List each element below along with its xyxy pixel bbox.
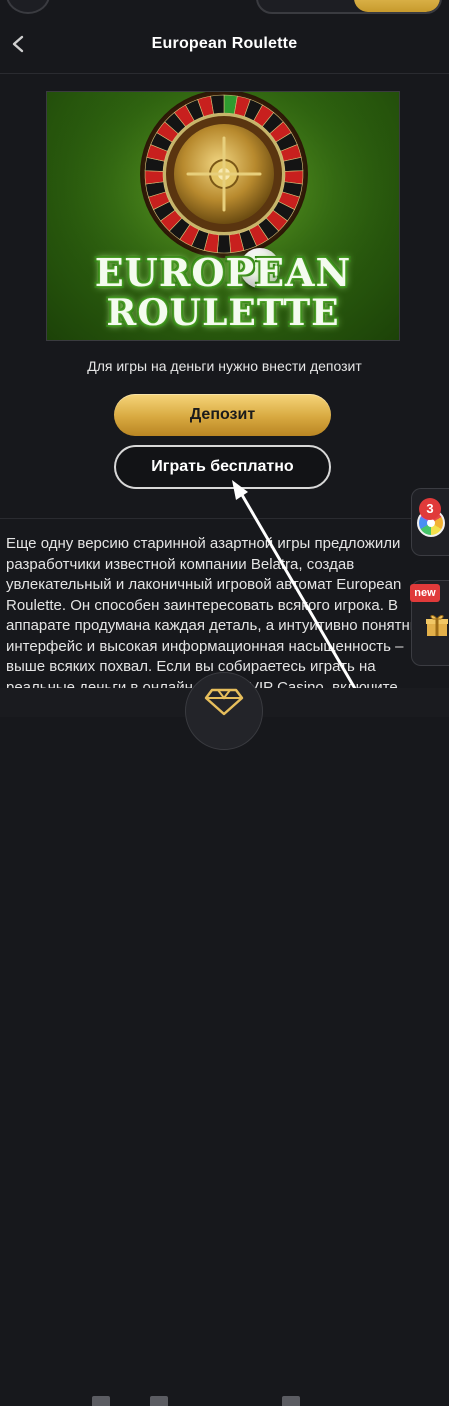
page-title: European Roulette [151, 35, 298, 52]
section-divider [0, 518, 449, 519]
gift-icon [426, 615, 448, 636]
roulette-pocket [144, 170, 164, 185]
deposit-note: Для игры на деньги нужно внести депозит [87, 358, 362, 374]
new-badge: new [410, 584, 440, 602]
nav-item-games[interactable] [92, 1396, 110, 1406]
play-free-button[interactable]: Играть бесплатно [114, 445, 331, 489]
back-button[interactable] [6, 30, 30, 58]
nav-item-bonus[interactable] [282, 1396, 300, 1406]
page-header: European Roulette [0, 14, 449, 74]
game-logo-line1: EUROPEAN [94, 250, 352, 295]
nav-item-live[interactable] [150, 1396, 168, 1406]
chevron-left-icon [12, 35, 24, 53]
game-logo-line2: ROULETTE [106, 292, 340, 334]
diamond-icon [204, 688, 244, 716]
game-thumbnail[interactable]: EUROPEAN ROULETTE [46, 91, 400, 341]
wheel-count-badge: 3 [419, 498, 441, 520]
menu-button[interactable] [6, 0, 50, 14]
balance-bar[interactable] [256, 0, 442, 14]
balance-deposit-button[interactable] [354, 0, 440, 12]
top-strip [0, 0, 449, 14]
deposit-button[interactable]: Депозит [114, 394, 331, 436]
header-divider [0, 73, 449, 74]
